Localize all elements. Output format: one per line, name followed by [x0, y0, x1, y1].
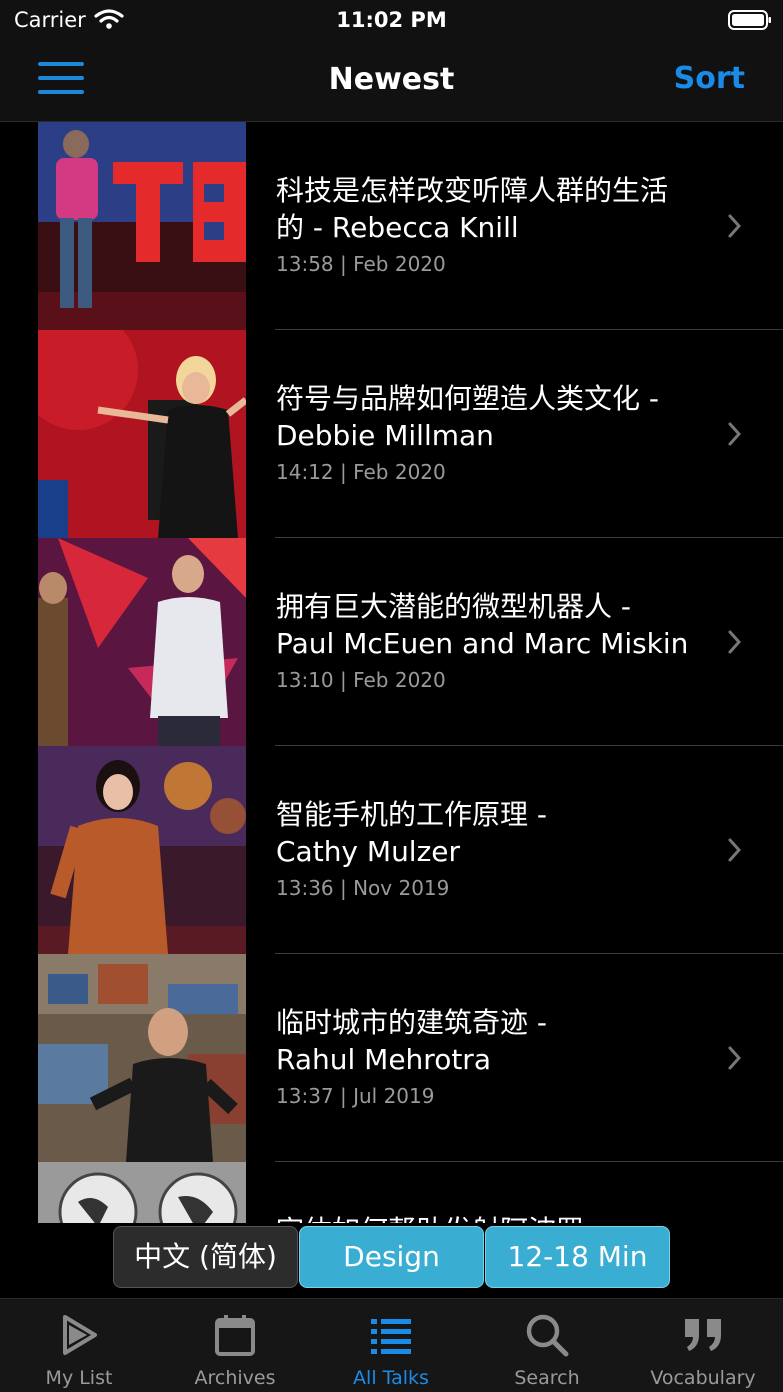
tab-label: Search: [514, 1367, 580, 1389]
talk-title-line: 临时城市的建筑奇迹 -: [276, 1006, 548, 1039]
chevron-right-icon: [728, 214, 742, 238]
talk-title-line: Rahul Mehrotra: [276, 1043, 491, 1076]
talk-title-line: Paul McEuen and Marc Miskin: [276, 627, 689, 660]
tab-my-list[interactable]: My List: [1, 1299, 157, 1392]
tab-archives[interactable]: Archives: [157, 1299, 313, 1392]
navigation-bar: Newest Sort: [0, 40, 783, 122]
talk-title-line: 符号与品牌如何塑造人类文化 -: [276, 382, 660, 415]
talk-meta: 13:37 | Jul 2019: [276, 1084, 435, 1108]
filter-bar: 中文 (简体) Design 12-18 Min: [0, 1223, 783, 1298]
calendar-icon: [215, 1315, 255, 1356]
talk-title: 临时城市的建筑奇迹 - Rahul Mehrotra: [276, 1004, 696, 1078]
talk-thumbnail: [38, 538, 246, 746]
talk-row[interactable]: 宇体如何帮助发射阿波罗: [0, 1162, 783, 1223]
talk-title: 科技是怎样改变听障人群的生活 的 - Rebecca Knill: [276, 172, 696, 246]
talk-list[interactable]: 科技是怎样改变听障人群的生活 的 - Rebecca Knill 13:58 |…: [0, 122, 783, 1223]
tab-bar: My List Archives All Talks Search Vocabu…: [0, 1298, 783, 1392]
chevron-right-icon: [728, 630, 742, 654]
talk-thumbnail: [38, 954, 246, 1162]
play-icon: [63, 1315, 97, 1355]
talk-meta: 14:12 | Feb 2020: [276, 460, 446, 484]
tab-label: Archives: [194, 1367, 276, 1389]
talk-thumbnail: [38, 1162, 246, 1223]
talk-thumbnail: [38, 746, 246, 954]
chevron-right-icon: [728, 838, 742, 862]
tab-vocabulary[interactable]: Vocabulary: [625, 1299, 781, 1392]
talk-row[interactable]: 拥有巨大潜能的微型机器人 - Paul McEuen and Marc Misk…: [0, 538, 783, 746]
list-icon: [371, 1319, 411, 1354]
talk-title-line: Cathy Mulzer: [276, 835, 461, 868]
tab-label: Vocabulary: [650, 1367, 756, 1389]
tab-all-talks[interactable]: All Talks: [313, 1299, 469, 1392]
talk-title-line: 拥有巨大潜能的微型机器人 -: [276, 590, 632, 623]
talk-title: 符号与品牌如何塑造人类文化 - Debbie Millman: [276, 380, 696, 454]
talk-title-line: 的 - Rebecca Knill: [276, 211, 519, 244]
talk-row[interactable]: 符号与品牌如何塑造人类文化 - Debbie Millman 14:12 | F…: [0, 330, 783, 538]
tab-search[interactable]: Search: [469, 1299, 625, 1392]
talk-title: 拥有巨大潜能的微型机器人 - Paul McEuen and Marc Misk…: [276, 588, 696, 662]
sort-button[interactable]: Sort: [674, 61, 745, 96]
talk-thumbnail: [38, 122, 246, 330]
talk-title: 宇体如何帮助发射阿波罗: [276, 1212, 696, 1223]
status-bar: Carrier 11:02 PM: [0, 0, 783, 40]
quote-icon: [685, 1319, 721, 1351]
tab-label: My List: [45, 1367, 113, 1389]
talk-title-line: 宇体如何帮助发射阿波罗: [276, 1212, 696, 1223]
status-time: 11:02 PM: [336, 8, 447, 32]
talk-meta: 13:58 | Feb 2020: [276, 252, 446, 276]
talk-meta: 13:36 | Nov 2019: [276, 876, 450, 900]
talk-title: 智能手机的工作原理 - Cathy Mulzer: [276, 796, 696, 870]
talk-row[interactable]: 智能手机的工作原理 - Cathy Mulzer 13:36 | Nov 201…: [0, 746, 783, 954]
talk-row[interactable]: 科技是怎样改变听障人群的生活 的 - Rebecca Knill 13:58 |…: [0, 122, 783, 330]
language-filter-button[interactable]: 中文 (简体): [113, 1226, 298, 1288]
talk-meta: 13:10 | Feb 2020: [276, 668, 446, 692]
talk-title-line: Debbie Millman: [276, 419, 494, 452]
talk-title-line: 智能手机的工作原理 -: [276, 798, 548, 831]
chevron-right-icon: [728, 1046, 742, 1070]
tab-label: All Talks: [353, 1367, 429, 1389]
topic-filter-button[interactable]: Design: [299, 1226, 484, 1288]
page-title: Newest: [328, 62, 455, 97]
talk-title-line: 科技是怎样改变听障人群的生活: [276, 174, 669, 207]
talk-row[interactable]: 临时城市的建筑奇迹 - Rahul Mehrotra 13:37 | Jul 2…: [0, 954, 783, 1162]
search-icon: [526, 1314, 569, 1357]
talk-thumbnail: [38, 330, 246, 538]
battery-icon: [728, 10, 771, 30]
chevron-right-icon: [728, 422, 742, 446]
duration-filter-button[interactable]: 12-18 Min: [485, 1226, 670, 1288]
